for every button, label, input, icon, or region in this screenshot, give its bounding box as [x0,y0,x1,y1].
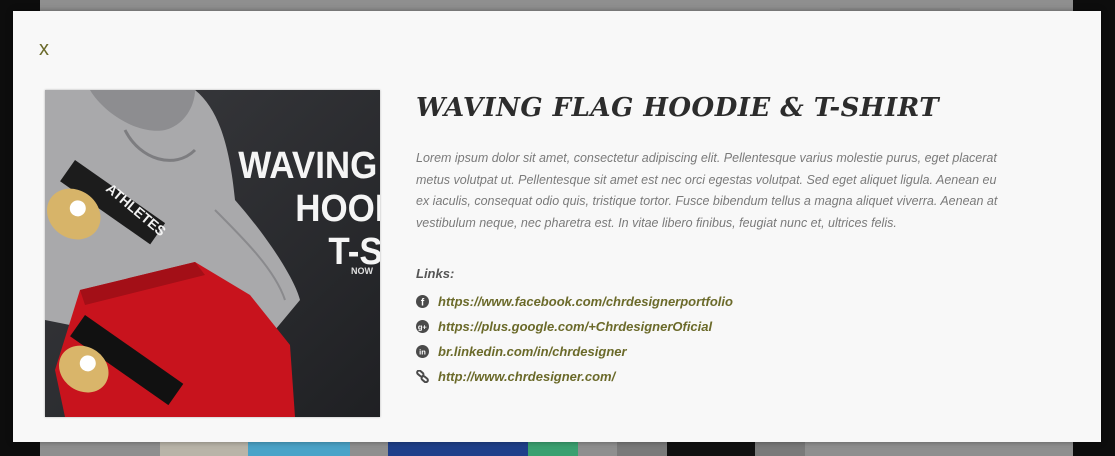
link-icon [416,370,429,383]
modal-title: WAVING FLAG HOODIE & T-SHIRT [416,93,940,123]
links-label: Links: [416,266,455,281]
link-item-website: http://www.chrdesigner.com/ [416,364,733,389]
linkedin-link[interactable]: br.linkedin.com/in/chrdesigner [438,344,627,359]
svg-text:in: in [419,348,426,357]
portfolio-modal: x ATHLETES WAVING HOO T-S NOW WAVING FLA… [13,11,1101,442]
svg-text:HOOD: HOOD [295,187,380,230]
google-plus-icon: g+ [416,320,429,333]
facebook-icon: f [416,295,429,308]
close-button[interactable]: x [39,38,49,60]
svg-text:WAVING F: WAVING F [238,144,380,187]
google-plus-link[interactable]: https://plus.google.com/+ChrdesignerOfic… [438,319,712,334]
product-image: ATHLETES WAVING F HOOD T-S NOW [45,90,380,417]
links-list: f https://www.facebook.com/chrdesignerpo… [416,289,733,389]
modal-description: Lorem ipsum dolor sit amet, consectetur … [416,151,998,230]
linkedin-icon: in [416,345,429,358]
link-item-facebook: f https://www.facebook.com/chrdesignerpo… [416,289,733,314]
facebook-link[interactable]: https://www.facebook.com/chrdesignerport… [438,294,733,309]
image-headline-line: HOOD [295,187,380,230]
image-subline: NOW [351,266,374,276]
link-item-google-plus: g+ https://plus.google.com/+ChrdesignerO… [416,314,733,339]
link-item-linkedin: in br.linkedin.com/in/chrdesigner [416,339,733,364]
website-link[interactable]: http://www.chrdesigner.com/ [438,369,615,384]
image-headline-line: WAVING F [238,144,380,187]
svg-text:g+: g+ [418,323,428,332]
